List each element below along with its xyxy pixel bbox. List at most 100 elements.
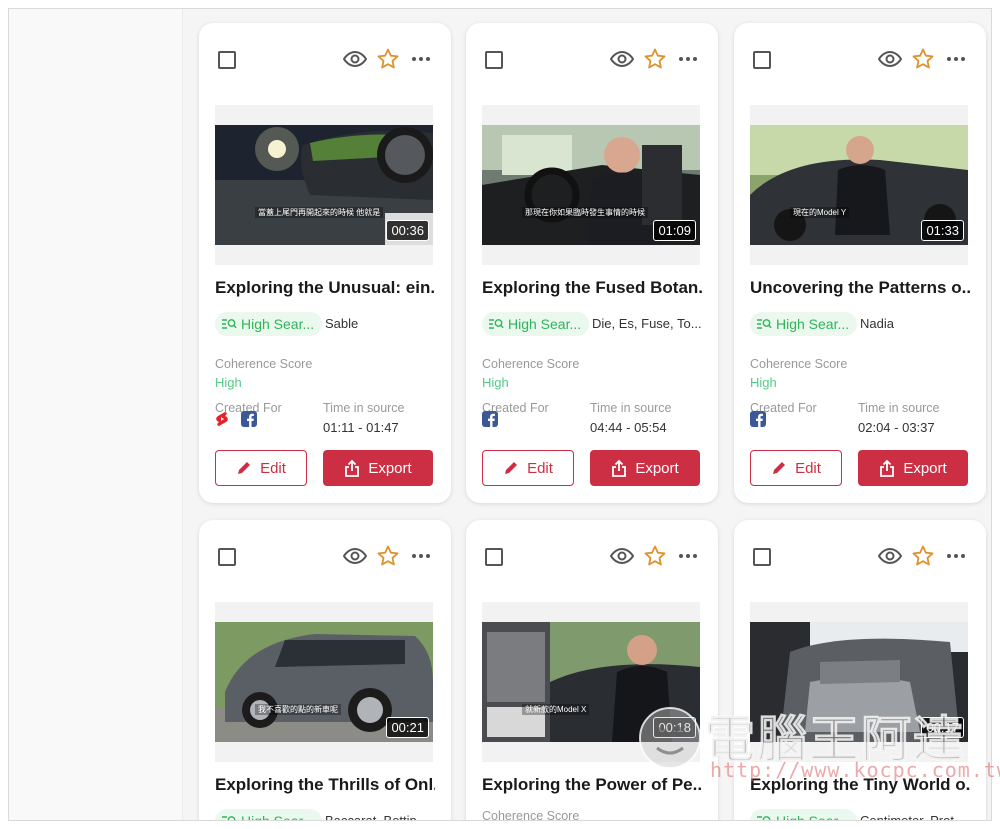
card-title[interactable]: Exploring the Thrills of Onl... xyxy=(215,775,435,795)
eye-icon[interactable] xyxy=(609,47,635,76)
star-icon[interactable] xyxy=(376,47,400,76)
share-icon xyxy=(612,459,627,477)
clip-card[interactable]: 就新款的Model X 00:18 Exploring the Power of… xyxy=(466,520,718,821)
chip-extra-tags: Centimeter, Prot... xyxy=(860,813,965,821)
share-icon xyxy=(880,459,895,477)
pencil-icon xyxy=(773,462,786,474)
clip-card[interactable]: 00:17 Exploring the Tiny World o... High… xyxy=(734,520,986,821)
export-button-label: Export xyxy=(368,459,412,477)
select-checkbox[interactable] xyxy=(485,548,503,566)
eye-icon[interactable] xyxy=(342,47,368,76)
coherence-value: High xyxy=(482,375,509,390)
time-in-source-label: Time in source xyxy=(323,401,405,415)
coherence-label: Coherence Score xyxy=(750,357,848,371)
edit-button-label: Edit xyxy=(527,459,553,477)
search-list-icon xyxy=(757,816,771,820)
card-title[interactable]: Exploring the Power of Pe... xyxy=(482,775,702,795)
clip-card[interactable]: 現在的Model Y 01:33 Uncovering the Patterns… xyxy=(734,23,986,503)
video-subtitle: 那現在你如果臨時發生事情的時候 xyxy=(522,207,648,218)
duration-badge: 00:21 xyxy=(386,717,429,738)
export-button[interactable]: Export xyxy=(323,450,433,486)
edit-button[interactable]: Edit xyxy=(215,450,307,486)
video-thumbnail[interactable]: 那現在你如果臨時發生事情的時候 01:09 xyxy=(482,105,700,265)
more-options-icon[interactable] xyxy=(944,544,968,573)
more-options-icon[interactable] xyxy=(676,544,700,573)
clip-card[interactable]: 我不喜歡的點的新車呢 00:21 Exploring the Thrills o… xyxy=(199,520,451,821)
more-options-icon[interactable] xyxy=(944,47,968,76)
search-list-icon xyxy=(757,319,772,329)
eye-icon[interactable] xyxy=(609,544,635,573)
search-list-icon xyxy=(222,319,237,329)
pencil-icon xyxy=(505,462,518,474)
video-thumbnail[interactable]: 現在的Model Y 01:33 xyxy=(750,105,968,265)
high-search-chip[interactable]: High Sear... xyxy=(750,312,858,336)
share-icon xyxy=(345,459,360,477)
edit-button[interactable]: Edit xyxy=(482,450,574,486)
card-title[interactable]: Uncovering the Patterns o... xyxy=(750,278,970,298)
export-button-label: Export xyxy=(635,459,679,477)
eye-icon[interactable] xyxy=(877,47,903,76)
high-search-chip[interactable]: High Sear... xyxy=(215,809,323,821)
coherence-label: Coherence Score xyxy=(482,809,580,821)
chip-extra-tags: Sable xyxy=(325,316,359,331)
time-in-source-label: Time in source xyxy=(590,401,672,415)
select-checkbox[interactable] xyxy=(753,51,771,69)
video-subtitle: 就新款的Model X xyxy=(522,704,590,715)
select-checkbox[interactable] xyxy=(218,548,236,566)
chip-extra-tags: Die, Es, Fuse, To... xyxy=(592,316,702,331)
high-search-chip[interactable]: High Sear... xyxy=(215,312,323,336)
card-title[interactable]: Exploring the Tiny World o... xyxy=(750,775,970,795)
time-in-source-value: 01:11 - 01:47 xyxy=(323,420,399,435)
card-title[interactable]: Exploring the Unusual: ein... xyxy=(215,278,435,298)
clip-card[interactable]: 當蓋上尾門再開起來的時候 他就是 00:36 Exploring the Unu… xyxy=(199,23,451,503)
star-icon[interactable] xyxy=(376,544,400,573)
select-checkbox[interactable] xyxy=(753,548,771,566)
eye-icon[interactable] xyxy=(342,544,368,573)
time-in-source-value: 04:44 - 05:54 xyxy=(590,420,667,435)
duration-badge: 00:36 xyxy=(386,220,429,241)
high-search-chip[interactable]: High Sear... xyxy=(482,312,590,336)
chip-label: High Sear... xyxy=(508,316,582,332)
facebook-icon xyxy=(750,411,766,432)
duration-badge: 00:18 xyxy=(653,717,696,738)
chip-label: High Sear... xyxy=(241,316,315,332)
time-in-source-value: 02:04 - 03:37 xyxy=(858,420,935,435)
star-icon[interactable] xyxy=(911,47,935,76)
chip-extra-tags: Nadia xyxy=(860,316,894,331)
video-subtitle: 當蓋上尾門再開起來的時候 他就是 xyxy=(255,207,384,218)
more-options-icon[interactable] xyxy=(676,47,700,76)
edit-button-label: Edit xyxy=(795,459,821,477)
facebook-icon xyxy=(241,411,257,432)
edit-button[interactable]: Edit xyxy=(750,450,842,486)
select-checkbox[interactable] xyxy=(218,51,236,69)
coherence-value: High xyxy=(750,375,777,390)
time-in-source-label: Time in source xyxy=(858,401,940,415)
clip-card[interactable]: 那現在你如果臨時發生事情的時候 01:09 Exploring the Fuse… xyxy=(466,23,718,503)
star-icon[interactable] xyxy=(911,544,935,573)
card-title[interactable]: Exploring the Fused Botan... xyxy=(482,278,702,298)
video-thumbnail[interactable]: 我不喜歡的點的新車呢 00:21 xyxy=(215,602,433,762)
duration-badge: 01:09 xyxy=(653,220,696,241)
eye-icon[interactable] xyxy=(877,544,903,573)
video-subtitle: 我不喜歡的點的新車呢 xyxy=(255,704,341,715)
high-search-chip[interactable]: High Sear... xyxy=(750,809,858,820)
video-thumbnail[interactable]: 當蓋上尾門再開起來的時候 他就是 00:36 xyxy=(215,105,433,265)
search-list-icon xyxy=(489,319,504,329)
chip-extra-tags: Baccarat, Bettin... xyxy=(325,813,428,821)
more-options-icon[interactable] xyxy=(409,544,433,573)
edit-button-label: Edit xyxy=(260,459,286,477)
export-button[interactable]: Export xyxy=(858,450,968,486)
more-options-icon[interactable] xyxy=(409,47,433,76)
select-checkbox[interactable] xyxy=(485,51,503,69)
video-thumbnail[interactable]: 就新款的Model X 00:18 xyxy=(482,602,700,762)
chip-label: High Sear... xyxy=(776,316,850,332)
duration-badge: 01:33 xyxy=(921,220,964,241)
video-thumbnail[interactable]: 00:17 xyxy=(750,602,968,762)
left-panel xyxy=(9,9,183,820)
export-button-label: Export xyxy=(903,459,947,477)
star-icon[interactable] xyxy=(643,47,667,76)
pencil-icon xyxy=(238,462,251,474)
chip-label: High Sear... xyxy=(241,813,315,821)
star-icon[interactable] xyxy=(643,544,667,573)
export-button[interactable]: Export xyxy=(590,450,700,486)
